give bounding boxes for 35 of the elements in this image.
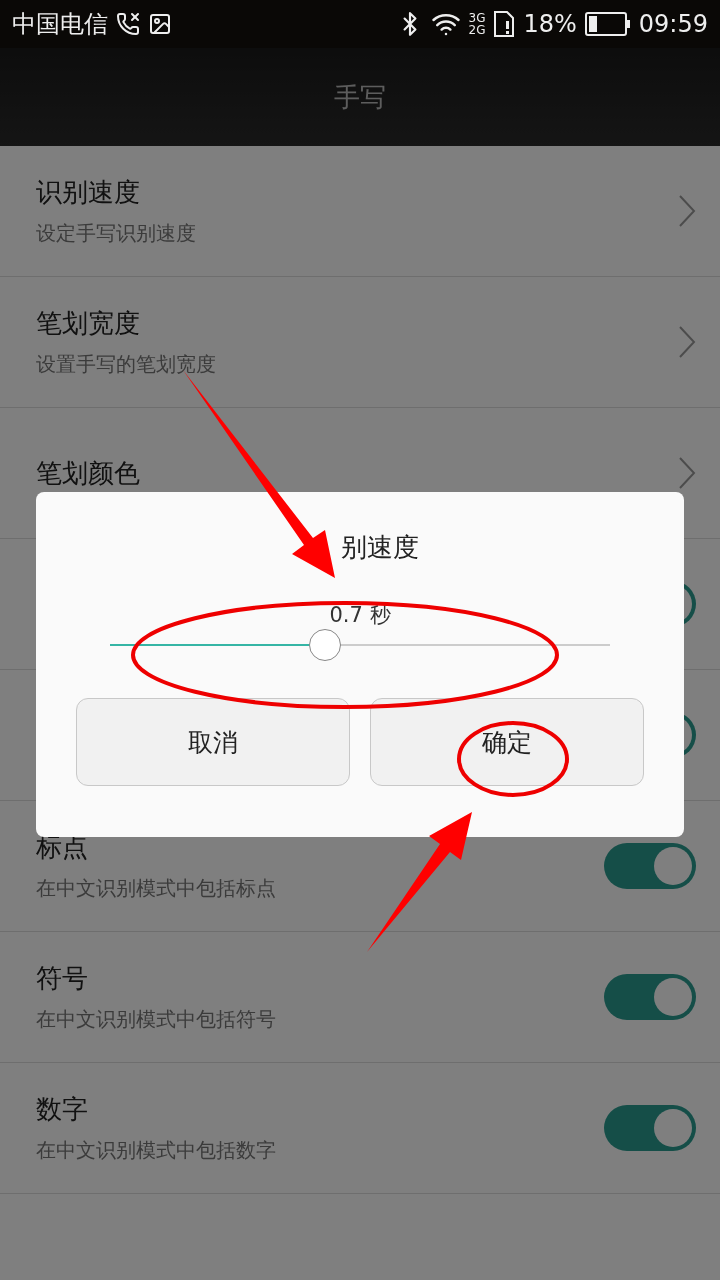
battery-percent: 18% <box>523 10 577 38</box>
carrier-name: 中国电信 <box>12 9 108 40</box>
toggle-switch[interactable] <box>604 843 696 889</box>
setting-title: 笔划宽度 <box>36 307 141 340</box>
image-icon <box>148 12 172 36</box>
setting-description: 在中文识别模式中包括标点 <box>36 875 277 902</box>
screen-title: 手写 <box>334 80 386 114</box>
setting-title: 标点 <box>36 831 89 864</box>
network-type: 3G <box>468 12 486 24</box>
chevron-icon <box>678 194 696 228</box>
missed-call-icon <box>116 12 140 36</box>
slider-value: 0.7 秒 <box>329 602 391 629</box>
settings-row[interactable]: 笔划宽度 设置手写的笔划宽度 <box>0 277 720 408</box>
battery-icon <box>584 12 631 36</box>
settings-row[interactable]: 符号 在中文识别模式中包括符号 <box>0 932 720 1063</box>
confirm-button[interactable]: 确定 <box>370 698 644 786</box>
setting-description: 设置手写的笔划宽度 <box>36 351 217 378</box>
network-type: 2G <box>468 24 486 36</box>
slider-thumb[interactable] <box>309 629 341 661</box>
setting-description: 在中文识别模式中包括符号 <box>36 1006 277 1033</box>
settings-row[interactable]: 识别速度 设定手写识别速度 <box>0 146 720 277</box>
setting-title: 笔划颜色 <box>36 456 141 490</box>
clock-time: 09:59 <box>638 10 708 38</box>
chevron-icon <box>678 325 696 359</box>
setting-title: 数字 <box>36 1093 89 1126</box>
setting-title: 识别速度 <box>36 176 141 209</box>
cancel-button[interactable]: 取消 <box>76 698 350 786</box>
sim-icon <box>493 11 516 37</box>
toggle-switch[interactable] <box>604 1105 696 1151</box>
chevron-icon <box>678 456 696 490</box>
setting-description: 设定手写识别速度 <box>36 220 197 247</box>
toggle-switch[interactable] <box>604 974 696 1020</box>
setting-title: 符号 <box>36 962 89 995</box>
settings-row[interactable]: 数字 在中文识别模式中包括数字 <box>0 1063 720 1194</box>
setting-description: 在中文识别模式中包括数字 <box>36 1137 277 1164</box>
